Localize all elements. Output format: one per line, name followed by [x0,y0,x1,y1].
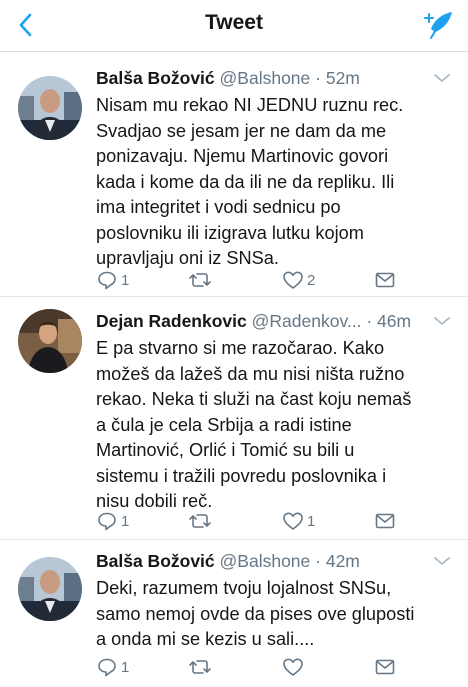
compose-tweet-button[interactable] [422,8,456,42]
like-button[interactable]: 1 [282,509,315,533]
direct-message-button[interactable] [374,509,396,533]
tweet-menu-button[interactable] [432,549,452,573]
retweet-button[interactable] [188,268,215,292]
like-count: 1 [307,512,316,530]
tweet-item[interactable]: Balša Božović @Balshone · 42m Deki, razu… [0,549,468,687]
compose-tweet-icon [424,12,452,39]
tweet-time: · 42m [315,551,360,571]
tweet-text: Nisam mu rekao NI JEDNU ruznu rec. Svadj… [96,93,454,272]
tweet-line: a čula je cela Srbija a radi istine [96,414,352,435]
tweet-line: kada i kome da da ili ne da repliku. Ili [96,171,395,192]
chevron-down-icon [434,557,450,565]
tweet-line: sistemu i tražili povredu poslovnika i [96,465,387,486]
chevron-down-icon [434,317,450,325]
tweet-line: rekao. Neka ti služi na čast koju nemaš [96,389,412,409]
like-button[interactable] [282,655,307,679]
tweet-item[interactable]: Balša Božović @Balshone · 52m Nisam mu r… [0,66,468,294]
top-bar: Tweet [0,0,468,52]
tweet-line: poslovniku ili izigrava lutku kojom [96,222,364,243]
tweet-line: ima integritet i vodi sednicu po [96,197,341,217]
tweet-header: Balša Božović @Balshone · 52m [96,66,452,90]
reply-icon [98,271,116,290]
heart-icon [283,271,303,289]
tweet-text: E pa stvarno si me razočarao. Kako možeš… [96,336,454,515]
reply-button[interactable]: 1 [96,268,129,292]
avatar[interactable] [18,76,82,140]
envelope-icon [375,513,395,529]
reply-icon [98,658,116,677]
direct-message-button[interactable] [374,655,396,679]
tweet-time: · 52m [315,68,360,88]
tweet-menu-button[interactable] [432,309,452,333]
retweet-icon [189,660,211,674]
page-title: Tweet [205,11,263,34]
retweet-icon [189,514,211,528]
reply-button[interactable]: 1 [96,655,129,679]
tweet-header: Balša Božović @Balshone · 42m [96,549,452,573]
divider [0,539,468,540]
tweet-line: Deki, razumem tvoju lojalnost SNSu, [96,578,392,598]
reply-icon [98,512,116,531]
tweet-time: · 46m [366,311,412,331]
back-button[interactable] [12,10,42,40]
tweet-line: možeš da lažeš da mu nisi ništa ružno [96,363,405,384]
tweet-header: Dejan Radenkovic @Radenkov... · 46m [96,309,452,333]
tweet-text: Deki, razumem tvoju lojalnost SNSu, samo… [96,576,454,653]
heart-icon [283,512,303,530]
tweet-line: Nisam mu rekao NI JEDNU ruznu rec. [96,95,404,115]
tweet-line: ponizavaju. Njemu Martinovic govori [96,146,389,166]
envelope-icon [375,272,395,288]
retweet-icon [189,273,211,287]
avatar[interactable] [18,309,82,373]
like-count: 2 [307,271,316,289]
reply-count: 1 [121,271,130,289]
divider [0,296,468,297]
reply-count: 1 [121,512,130,530]
author-name[interactable]: Dejan Radenkovic [96,311,247,331]
reply-button[interactable]: 1 [96,509,129,533]
author-handle[interactable]: @Radenkov... [252,311,362,331]
tweet-line: Svadjao se jesam jer ne dam da me [96,120,387,141]
heart-icon [283,658,303,676]
tweet-actions: 1 [96,655,396,679]
tweet-actions: 1 1 [96,509,396,533]
author-handle[interactable]: @Balshone [220,68,311,88]
author-name[interactable]: Balša Božović [96,551,215,571]
avatar[interactable] [18,557,82,621]
reply-count: 1 [121,658,130,676]
tweet-line: E pa stvarno si me razočarao. Kako [96,338,385,358]
direct-message-button[interactable] [374,268,396,292]
retweet-button[interactable] [188,655,215,679]
tweet-line: a onda mi se kezis u sali.... [96,629,315,649]
chevron-down-icon [434,74,450,82]
author-handle[interactable]: @Balshone [220,551,311,571]
tweet-line: samo nemoj ovde da pises ove gluposti [96,603,415,624]
tweet-menu-button[interactable] [432,66,452,90]
author-name[interactable]: Balša Božović [96,68,215,88]
envelope-icon [375,659,395,675]
tweet-item[interactable]: Dejan Radenkovic @Radenkov... · 46m E pa… [0,309,468,537]
tweet-line: Martinović, Orlić i Tomić su bili u [96,440,355,460]
like-button[interactable]: 2 [282,268,315,292]
chevron-left-icon [19,13,32,37]
tweet-actions: 1 2 [96,268,396,292]
retweet-button[interactable] [188,509,215,533]
